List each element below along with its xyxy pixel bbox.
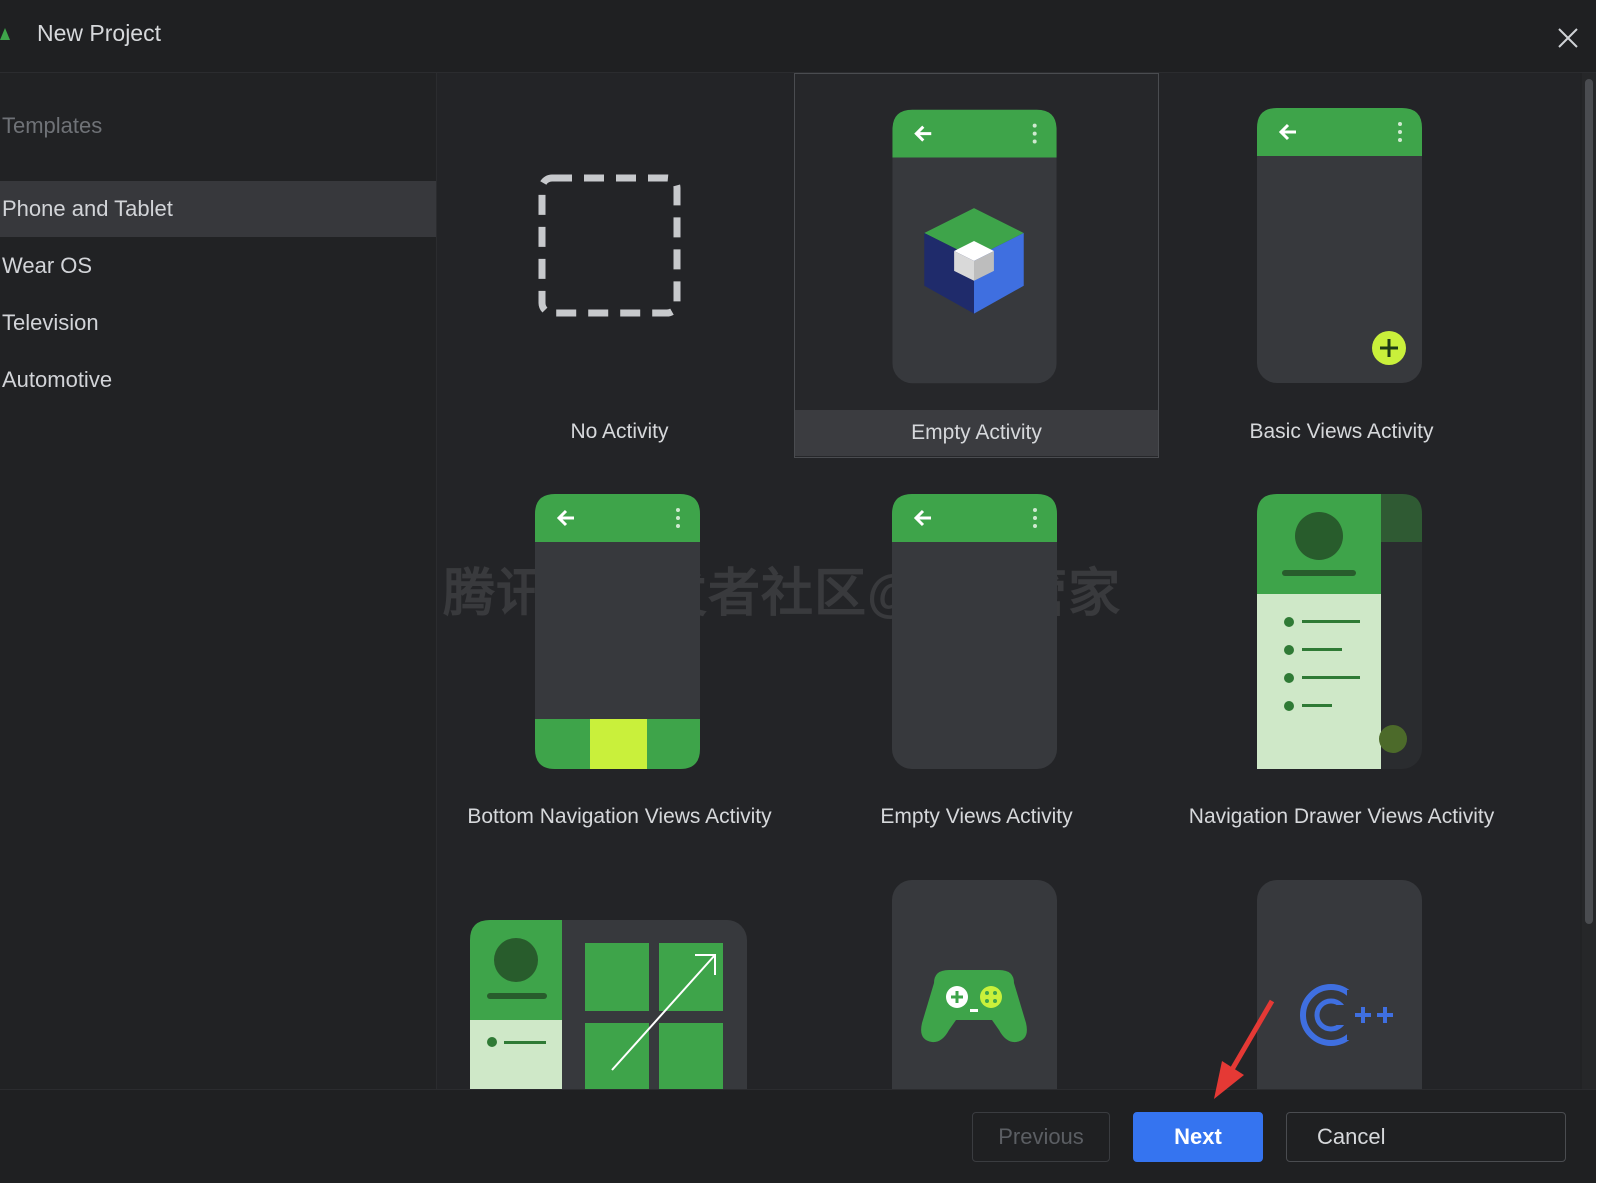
template-label: Empty Views Activity	[880, 805, 1073, 828]
title-bar: New Project	[0, 0, 1596, 73]
game-activity-preview	[892, 880, 1057, 1089]
template-card-empty-activity[interactable]: Empty Activity	[794, 73, 1159, 458]
empty-views-activity-preview	[892, 494, 1057, 769]
template-label: Basic Views Activity	[1249, 420, 1434, 443]
android-studio-icon	[0, 28, 10, 40]
basic-views-activity-preview	[1257, 108, 1422, 383]
previous-button[interactable]: Previous	[972, 1112, 1110, 1162]
template-card-navigation-drawer-views-activity[interactable]: Navigation Drawer Views Activity	[1159, 459, 1524, 844]
template-label: Navigation Drawer Views Activity	[1188, 805, 1495, 828]
template-card-empty-views-activity[interactable]: Empty Views Activity	[794, 459, 1159, 844]
template-card-no-activity[interactable]: No Activity	[437, 73, 802, 458]
template-label: Bottom Navigation Views Activity	[467, 805, 772, 828]
window-title: New Project	[37, 20, 161, 46]
template-card-bottom-navigation-views-activity[interactable]: Bottom Navigation Views Activity	[437, 459, 802, 844]
template-gallery: 腾讯云开发者社区@test管家 No Activity Empty Activi…	[437, 73, 1580, 1089]
close-icon[interactable]	[1550, 20, 1586, 56]
sidebar-item-television[interactable]: Television	[0, 295, 436, 351]
responsive-views-preview	[470, 920, 747, 1089]
new-project-dialog: New Project Templates Phone and Tablet W…	[0, 0, 1596, 1183]
plus-icon	[1372, 331, 1406, 365]
sidebar-item-automotive[interactable]: Automotive	[0, 352, 436, 408]
sidebar-heading: Templates	[2, 113, 103, 138]
template-label: No Activity	[570, 420, 669, 443]
template-card-basic-views-activity[interactable]: Basic Views Activity	[1159, 73, 1524, 458]
template-label: Empty Activity	[795, 410, 1158, 456]
no-activity-preview	[538, 174, 681, 317]
annotation-arrow-icon	[1214, 999, 1275, 1099]
vertical-scrollbar[interactable]	[1582, 73, 1596, 1089]
navigation-drawer-preview	[1257, 494, 1422, 769]
template-category-sidebar: Templates Phone and Tablet Wear OS Telev…	[0, 73, 437, 1089]
next-button[interactable]: Next	[1133, 1112, 1263, 1162]
sidebar-item-wear-os[interactable]: Wear OS	[0, 238, 436, 294]
empty-activity-preview	[892, 109, 1057, 384]
cancel-button[interactable]: Cancel	[1286, 1112, 1566, 1162]
template-card-game-activity[interactable]	[794, 845, 1159, 1089]
scrollbar-thumb[interactable]	[1585, 79, 1593, 924]
dialog-footer: Previous Next Cancel	[0, 1089, 1596, 1183]
sidebar-item-phone-and-tablet[interactable]: Phone and Tablet	[0, 181, 436, 237]
bottom-navigation-preview	[535, 494, 700, 769]
template-card-responsive-views-activity[interactable]	[437, 845, 802, 1089]
